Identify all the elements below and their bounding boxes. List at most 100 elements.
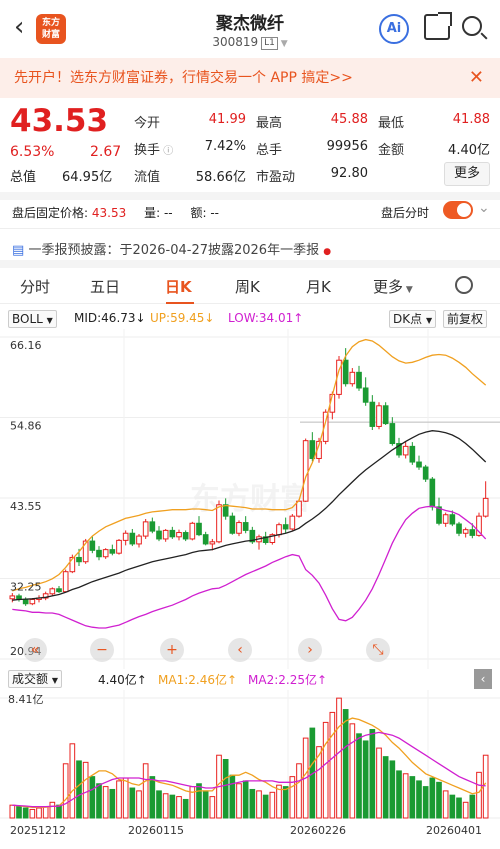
volume-bar: [122, 777, 129, 819]
zoom-in-icon[interactable]: +: [160, 638, 184, 662]
close-icon[interactable]: ✕: [469, 58, 484, 98]
volume-bar: [16, 806, 22, 819]
price-tick-label: 66.16: [10, 339, 42, 352]
candle-body: [229, 515, 236, 534]
tab-monthly-k[interactable]: 月K: [306, 276, 331, 297]
volume-value: 99956: [326, 139, 368, 154]
afterhours-toggle[interactable]: [443, 201, 473, 219]
dk-points-select[interactable]: DK点 ▼: [389, 310, 437, 328]
gear-icon[interactable]: [455, 276, 473, 294]
candle-body: [236, 522, 242, 534]
change-percent: 6.53%: [10, 144, 55, 160]
volume-bar: [269, 791, 276, 819]
fullscreen-icon[interactable]: ⤡: [366, 638, 390, 662]
price-tick-label: 43.55: [10, 500, 42, 513]
high-value: 45.88: [330, 112, 368, 127]
candle-body: [136, 535, 142, 545]
open-value: 41.99: [208, 112, 246, 127]
zoom-out-icon[interactable]: −: [90, 638, 114, 662]
chevron-left-icon[interactable]: ‹: [228, 638, 252, 662]
volume-indicator-select[interactable]: 成交额 ▼: [8, 670, 62, 688]
amount-label: 金额: [378, 143, 405, 158]
volume-bar: [322, 721, 329, 819]
indicator-select[interactable]: BOLL ▼: [8, 310, 57, 328]
notice-dot: ●: [323, 247, 332, 257]
volume-bar: [149, 776, 156, 819]
candle-body: [449, 514, 456, 525]
calendar-icon: ▤: [12, 243, 25, 258]
candle-body: [22, 598, 29, 605]
volume-chart[interactable]: 8.41亿: [0, 690, 500, 820]
volume-bar: [129, 787, 136, 819]
candle-body: [349, 371, 356, 385]
ai-assistant-button[interactable]: Ai: [379, 14, 409, 44]
candle-body: [29, 598, 36, 605]
volume-bar: [362, 740, 369, 819]
candle-body: [122, 532, 129, 541]
earnings-notice[interactable]: ▤ 一季报预披露：于2026-04-27披露2026年一季报 ●: [12, 239, 331, 258]
adjust-button[interactable]: 前复权: [443, 310, 488, 328]
watermark: 东方财富: [190, 482, 310, 516]
volume-bar: [229, 774, 236, 819]
volume-bar: [442, 790, 449, 819]
section-divider: [0, 192, 500, 200]
volume-value: 4.40亿↑: [98, 673, 147, 687]
candle-body: [416, 461, 422, 468]
candle-body: [309, 440, 316, 459]
candle-body: [369, 401, 376, 427]
tab-five-day[interactable]: 五日: [90, 276, 120, 297]
volume-bar: [409, 776, 416, 819]
tab-daily-k[interactable]: 日K: [165, 276, 192, 297]
tab-timeshare[interactable]: 分时: [20, 276, 50, 297]
pe-value: 92.80: [330, 166, 368, 181]
volume-label: 总手: [256, 143, 283, 158]
candle-body: [196, 522, 202, 536]
level-dropdown-icon[interactable]: ▼: [278, 39, 288, 49]
chevron-down-icon[interactable]: ⌄: [478, 200, 490, 216]
section-divider-2: [0, 260, 500, 268]
promo-text[interactable]: 先开户！选东方财富证券，行情交易一个 APP 搞定>>: [14, 70, 353, 86]
volume-bar: [336, 697, 342, 819]
float-value-label: 流值: [134, 170, 161, 185]
candle-body: [182, 532, 189, 540]
volume-bar: [136, 790, 142, 819]
share-icon[interactable]: [424, 12, 452, 40]
volume-bar: [476, 771, 482, 819]
candle-body: [56, 588, 62, 593]
kline-chart[interactable]: 东方财富 66.1654.8643.5532.2520.94: [0, 329, 500, 669]
volume-bar: [236, 783, 242, 819]
volume-bar: [329, 711, 336, 819]
candle-body: [156, 530, 162, 540]
volume-bar: [376, 747, 382, 819]
volume-bar: [42, 806, 49, 819]
promo-banner[interactable]: 先开户！选东方财富证券，行情交易一个 APP 搞定>> ✕: [0, 58, 500, 98]
jump-start-icon[interactable]: «: [23, 638, 47, 662]
volume-bar: [36, 807, 42, 819]
candle-body: [389, 423, 396, 445]
level-badge[interactable]: L1: [261, 37, 278, 50]
candle-body: [9, 595, 16, 600]
afterhours-amt-label: 额:: [190, 206, 207, 220]
more-button[interactable]: 更多: [444, 162, 490, 186]
volume-bar: [389, 760, 396, 819]
afterhours-price: 43.53: [91, 206, 127, 220]
afterhours-vol-label: 量:: [144, 206, 161, 220]
info-icon[interactable]: ⓘ: [160, 146, 173, 157]
volume-bar: [349, 723, 356, 819]
chevron-right-icon[interactable]: ›: [298, 638, 322, 662]
candle-body: [469, 529, 476, 536]
afterhours-vol: --: [163, 206, 173, 220]
volume-bar: [116, 780, 122, 819]
volume-bar: [196, 783, 202, 819]
search-icon[interactable]: [462, 16, 482, 36]
volume-bar: [69, 743, 76, 819]
tab-weekly-k[interactable]: 周K: [235, 276, 260, 297]
volume-bar: [89, 776, 96, 819]
candle-body: [456, 523, 462, 534]
candle-body: [209, 541, 216, 545]
volume-bar: [456, 797, 462, 819]
tab-more[interactable]: 更多 ▼: [373, 276, 413, 297]
collapse-arrow-icon[interactable]: ‹: [474, 669, 492, 689]
candle-body: [102, 549, 109, 558]
current-price: 43.53: [10, 103, 109, 139]
